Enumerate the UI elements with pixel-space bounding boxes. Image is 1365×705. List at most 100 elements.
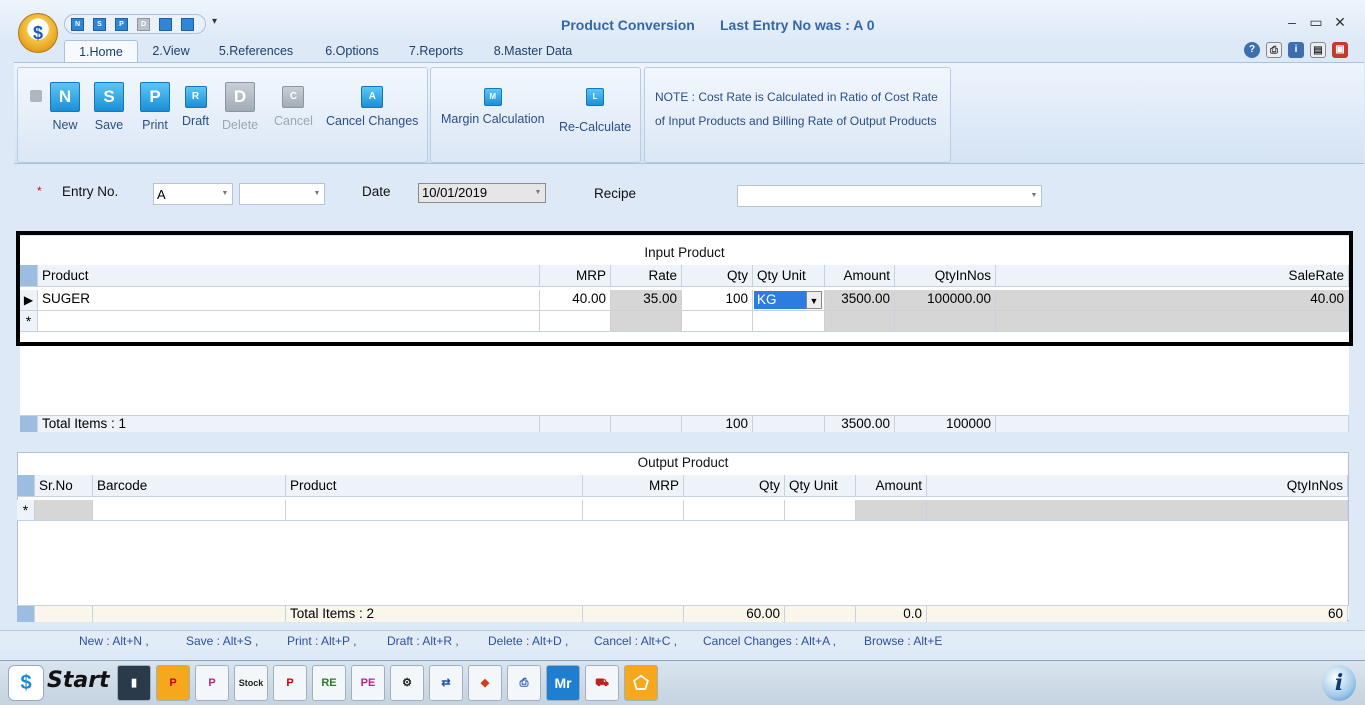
draft-button[interactable]: R Draft <box>182 82 209 128</box>
taskbar-mr-icon[interactable]: Mr <box>546 665 580 701</box>
taskbar-payment-icon[interactable]: PE <box>351 665 385 701</box>
ribbon-group-actions: N New S Save P Print R Draft D Delete C … <box>17 67 428 163</box>
output-total-srno <box>35 606 93 622</box>
output-new-cell-qty[interactable] <box>684 500 785 521</box>
output-col-qty[interactable]: Qty <box>684 475 785 497</box>
margin-calculation-label: Margin Calculation <box>441 112 545 126</box>
taskbar-receipt-icon[interactable]: RE <box>312 665 346 701</box>
output-col-amount[interactable]: Amount <box>856 475 927 497</box>
info-icon[interactable]: i <box>1288 42 1304 58</box>
delete-label: Delete <box>222 118 259 132</box>
print-label: Print <box>142 118 168 132</box>
taskbar-active-app-icon[interactable]: P <box>156 665 190 701</box>
printer-icon[interactable]: ⎙ <box>1266 42 1282 58</box>
taskbar-info-icon[interactable]: i <box>1322 665 1356 701</box>
qat-new-icon[interactable]: N <box>71 18 84 31</box>
start-logo-icon[interactable]: $ <box>8 665 44 701</box>
entry-no-label: Entry No. <box>62 184 119 199</box>
tab-master-data[interactable]: 8.Master Data <box>492 40 574 62</box>
entry-prefix-value: A <box>157 187 166 202</box>
taskbar-print-report-icon[interactable]: P <box>273 665 307 701</box>
cancel-changes-button[interactable]: A Cancel Changes <box>326 82 418 128</box>
shortcut-new: New : Alt+N , <box>79 634 149 648</box>
qat-delete-icon[interactable]: D <box>137 18 150 31</box>
taskbar-stock-icon[interactable]: Stock <box>234 665 268 701</box>
tab-home[interactable]: 1.Home <box>64 40 138 62</box>
output-col-qtyinnos[interactable]: QtyInNos <box>927 475 1348 497</box>
start-button[interactable]: Start <box>47 668 110 693</box>
shortcut-delete: Delete : Alt+D , <box>488 634 569 648</box>
output-total-barcode <box>93 606 286 622</box>
minimize-icon[interactable]: – <box>1284 14 1300 30</box>
output-col-srno[interactable]: Sr.No <box>35 475 93 497</box>
print-icon: P <box>140 82 170 112</box>
delete-button[interactable]: D Delete <box>222 82 258 132</box>
delete-icon: D <box>225 82 256 112</box>
close-icon[interactable]: ✕ <box>1332 14 1348 31</box>
window-title: Product Conversion <box>561 17 695 33</box>
exit-icon[interactable]: ▣ <box>1332 42 1348 58</box>
taskbar-transfer-icon[interactable]: ⇄ <box>429 665 463 701</box>
margin-calculation-button[interactable]: M Margin Calculation <box>441 84 545 126</box>
taskbar-pentagon-icon[interactable]: ⬠ <box>624 665 658 701</box>
document-icon[interactable]: ▤ <box>1310 42 1326 58</box>
note-line-1: NOTE : Cost Rate is Calculated in Ratio … <box>655 90 938 104</box>
output-grid-title: Output Product <box>637 455 729 470</box>
output-new-row-marker[interactable]: * <box>17 500 35 521</box>
output-new-cell-product[interactable] <box>286 500 583 521</box>
output-col-qty-unit[interactable]: Qty Unit <box>785 475 856 497</box>
tab-view[interactable]: 2.View <box>146 40 196 62</box>
input-total-mrp <box>540 416 611 432</box>
taskbar-shapes-icon[interactable]: ◆ <box>468 665 502 701</box>
shortcut-cancel: Cancel : Alt+C , <box>594 634 678 648</box>
output-grid-corner <box>17 475 35 497</box>
output-col-mrp[interactable]: MRP <box>583 475 684 497</box>
tab-references[interactable]: 5.References <box>216 40 296 62</box>
entry-prefix-select[interactable]: A ▼ <box>153 183 233 205</box>
output-new-cell-qty-unit[interactable] <box>785 500 856 521</box>
chevron-down-icon: ▼ <box>313 190 321 197</box>
taskbar-purchase-icon[interactable]: P <box>195 665 229 701</box>
qat-save-icon[interactable]: S <box>93 18 106 31</box>
qat-print-icon[interactable]: P <box>115 18 128 31</box>
taskbar-settings-icon[interactable]: ⚙ <box>390 665 424 701</box>
print-button[interactable]: P Print <box>140 82 170 132</box>
shortcut-bar: New : Alt+N , Save : Alt+S , Print : Alt… <box>0 630 1365 650</box>
recalculate-button[interactable]: L Re-Calculate <box>559 84 631 134</box>
entry-number-select[interactable]: ▼ <box>239 183 325 205</box>
save-button[interactable]: S Save <box>94 82 124 132</box>
output-new-cell-qtyinnos <box>927 500 1348 521</box>
title-bar: N S P D ▾ Product Conversion Last Entry … <box>0 0 1365 40</box>
save-icon: S <box>94 82 124 112</box>
input-total-salerate <box>996 416 1349 432</box>
recalculate-icon: L <box>586 88 605 106</box>
output-new-cell-mrp[interactable] <box>583 500 684 521</box>
recipe-select[interactable]: ▼ <box>737 185 1042 207</box>
tab-reports[interactable]: 7.Reports <box>406 40 466 62</box>
output-total-items: Total Items : 2 <box>286 606 583 622</box>
note-line-2: of Input Products and Billing Rate of Ou… <box>655 114 937 128</box>
output-col-barcode[interactable]: Barcode <box>93 475 286 497</box>
maximize-icon[interactable]: ▭ <box>1308 14 1324 31</box>
input-total-qty: 100 <box>682 416 753 432</box>
app-logo-icon: $ <box>32 22 43 43</box>
output-total-qty: 60.00 <box>684 606 785 622</box>
qat-customize-icon[interactable]: ▾ <box>212 16 217 27</box>
taskbar-printer-icon[interactable]: ⎙ <box>507 665 541 701</box>
new-button[interactable]: N New <box>50 82 80 132</box>
date-picker[interactable]: 10/01/2019 ▼ <box>418 183 546 203</box>
cancel-button[interactable]: C Cancel <box>274 82 313 128</box>
output-col-product[interactable]: Product <box>286 475 583 497</box>
help-icon[interactable]: ? <box>1244 42 1260 58</box>
qat-option-icon[interactable] <box>159 18 172 31</box>
taskbar-delivery-icon[interactable]: ⛟ <box>585 665 619 701</box>
app-logo[interactable]: $ <box>18 13 58 53</box>
ribbon-group-note: NOTE : Cost Rate is Calculated in Ratio … <box>644 67 951 163</box>
output-new-cell-barcode[interactable] <box>93 500 286 521</box>
qat-info-icon[interactable] <box>181 18 194 31</box>
draft-label: Draft <box>182 114 210 128</box>
output-total-unit <box>785 606 856 622</box>
taskbar-mobile-icon[interactable]: ▮ <box>117 665 151 701</box>
chevron-down-icon: ▼ <box>221 190 229 197</box>
tab-options[interactable]: 6.Options <box>322 40 382 62</box>
